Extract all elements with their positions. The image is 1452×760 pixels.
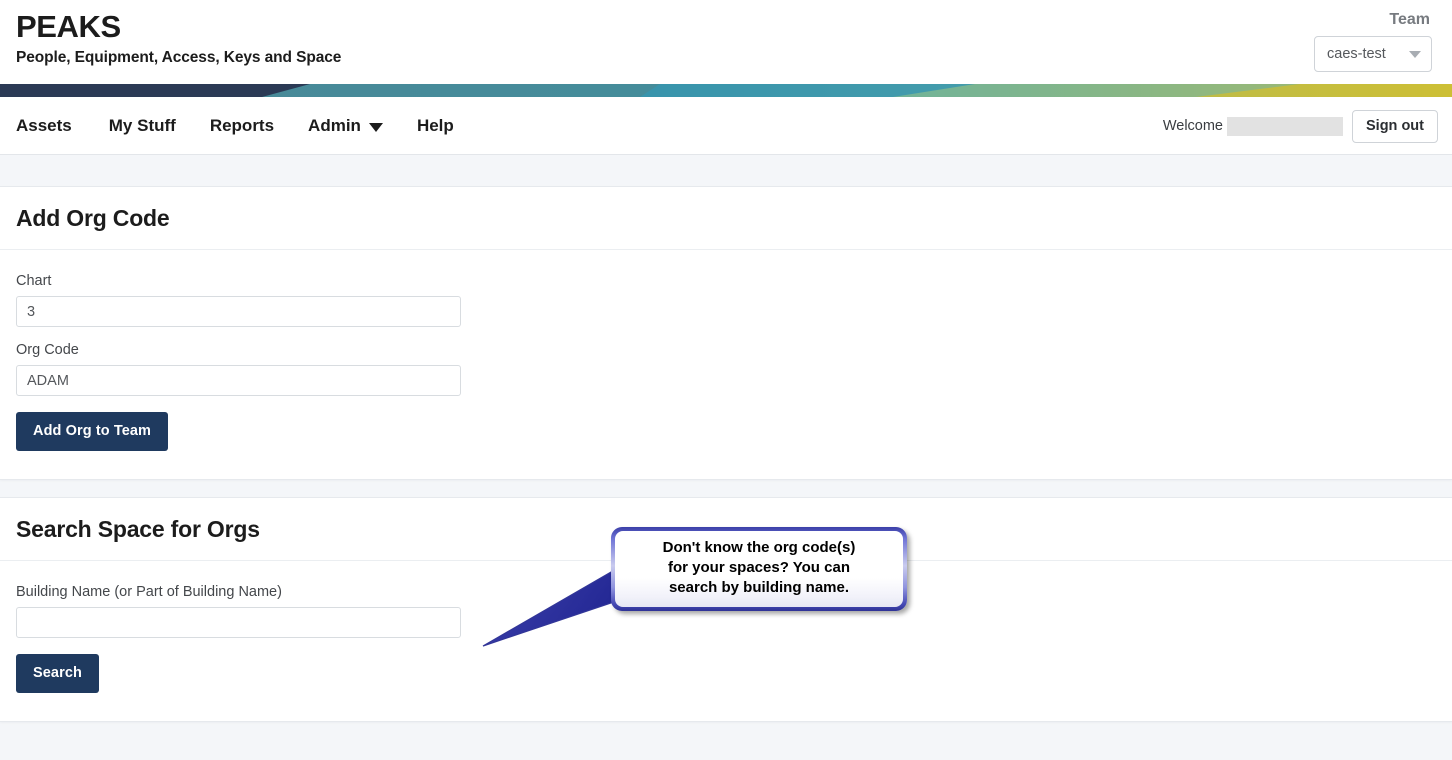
- sign-out-button[interactable]: Sign out: [1352, 110, 1438, 143]
- page-title: Add Org Code: [16, 205, 1436, 232]
- chevron-down-icon: [369, 123, 383, 132]
- add-org-code-card: Add Org Code Chart Org Code Add Org to T…: [0, 186, 1452, 480]
- nav-item-assets[interactable]: Assets: [16, 97, 92, 155]
- chart-field-group: Chart: [16, 272, 1436, 327]
- welcome-label: Welcome: [1163, 118, 1223, 134]
- nav-item-help[interactable]: Help: [400, 97, 471, 155]
- org-code-input[interactable]: [16, 365, 461, 396]
- callout-bubble: Don't know the org code(s) for your spac…: [611, 527, 907, 611]
- callout-text: Don't know the org code(s) for your spac…: [663, 538, 856, 598]
- nav-item-reports[interactable]: Reports: [193, 97, 291, 155]
- team-dropdown[interactable]: caes-test: [1314, 36, 1432, 72]
- nav-item-label: Help: [417, 97, 454, 155]
- brand-title: PEAKS: [16, 8, 341, 46]
- team-dropdown-value: caes-test: [1327, 46, 1386, 62]
- add-org-code-header: Add Org Code: [0, 187, 1452, 250]
- search-button[interactable]: Search: [16, 654, 99, 693]
- username-redacted: [1227, 117, 1343, 136]
- building-name-input[interactable]: [16, 607, 461, 638]
- accent-bar-graphic: [0, 84, 1452, 97]
- brand-tagline: People, Equipment, Access, Keys and Spac…: [16, 48, 341, 68]
- chevron-down-icon: [1409, 51, 1421, 58]
- app-page: PEAKS People, Equipment, Access, Keys an…: [0, 0, 1452, 760]
- add-org-code-body: Chart Org Code Add Org to Team: [0, 250, 1452, 479]
- callout-inner: Don't know the org code(s) for your spac…: [615, 531, 903, 607]
- nav-user-area: Welcome Sign out: [1163, 97, 1438, 155]
- add-org-to-team-button[interactable]: Add Org to Team: [16, 412, 168, 451]
- chart-input[interactable]: [16, 296, 461, 327]
- accent-gradient-bar: [0, 84, 1452, 97]
- main-content: Add Org Code Chart Org Code Add Org to T…: [0, 155, 1452, 722]
- chart-label: Chart: [16, 272, 1436, 290]
- team-label: Team: [1314, 10, 1430, 30]
- nav-item-label: My Stuff: [109, 97, 176, 155]
- nav-item-label: Assets: [16, 97, 72, 155]
- team-selector-block: Team caes-test: [1314, 10, 1432, 72]
- org-code-field-group: Org Code: [16, 341, 1436, 396]
- nav-item-label: Admin: [308, 97, 361, 155]
- org-code-label: Org Code: [16, 341, 1436, 359]
- nav-item-label: Reports: [210, 97, 274, 155]
- nav-items: Assets My Stuff Reports Admin Help: [16, 97, 471, 155]
- nav-item-my-stuff[interactable]: My Stuff: [92, 97, 193, 155]
- site-header: PEAKS People, Equipment, Access, Keys an…: [0, 0, 1452, 84]
- brand: PEAKS People, Equipment, Access, Keys an…: [16, 8, 341, 68]
- nav-item-admin[interactable]: Admin: [291, 97, 400, 155]
- main-navigation: Assets My Stuff Reports Admin Help Welco…: [0, 97, 1452, 155]
